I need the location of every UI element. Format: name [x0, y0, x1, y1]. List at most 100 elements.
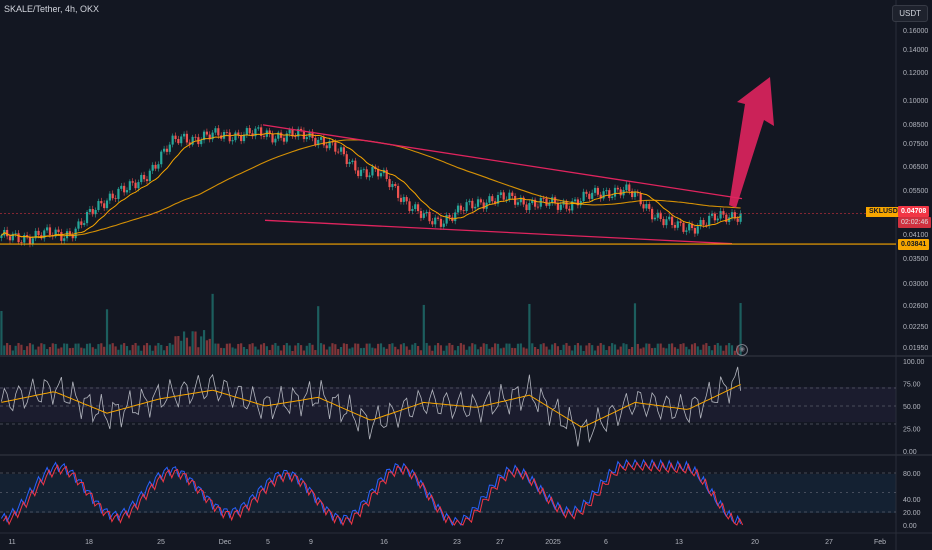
currency-button[interactable]: USDT — [892, 5, 928, 22]
volume-bar — [299, 345, 303, 355]
volume-bar — [730, 345, 734, 355]
volume-bar — [191, 331, 194, 355]
volume-bar — [608, 346, 611, 355]
stoch-tick-label: 40.00 — [903, 497, 921, 504]
volume-bar — [45, 349, 49, 355]
volume-bar — [616, 349, 619, 355]
candle-body — [165, 148, 169, 152]
volume-bar — [88, 343, 91, 355]
candle-body — [568, 208, 571, 211]
volume-bar — [202, 330, 206, 355]
volume-bar — [696, 346, 699, 355]
volume-bar — [519, 343, 522, 355]
candle-body — [131, 181, 134, 183]
volume-bar — [177, 336, 180, 355]
candle-body — [357, 170, 360, 177]
candle-body — [414, 204, 417, 210]
volume-bar — [20, 344, 23, 355]
candle-body — [499, 192, 502, 196]
candle-body — [613, 187, 617, 197]
candle-body — [611, 196, 614, 198]
last-price-tag: 0.04708 — [898, 206, 930, 217]
volume-bar — [539, 344, 542, 355]
volume-bar — [282, 345, 286, 355]
volume-bar — [719, 345, 722, 355]
candle-body — [314, 137, 317, 146]
candle-body — [342, 147, 345, 155]
visibility-icon[interactable]: ◉ — [736, 344, 748, 356]
volume-bar — [465, 349, 468, 355]
support-level-tag: 0.03841 — [898, 239, 930, 250]
candle-body — [80, 221, 83, 225]
volume-bar — [436, 343, 440, 355]
candle-body — [225, 131, 228, 133]
volume-bar — [705, 343, 708, 355]
volume-bar — [157, 343, 160, 355]
volume-bar — [411, 344, 414, 355]
candle-body — [465, 202, 468, 212]
candle-body — [185, 133, 189, 143]
volume-bar — [108, 344, 111, 355]
volume-bar — [531, 343, 534, 355]
volume-bar — [451, 344, 454, 355]
candle-body — [516, 202, 520, 205]
volume-bar — [8, 345, 12, 355]
volume-bar — [123, 343, 126, 355]
volume-bar — [377, 343, 380, 355]
volume-bar — [548, 349, 551, 355]
time-tick-label: 13 — [675, 539, 683, 546]
volume-bar — [562, 344, 565, 355]
volume-bar — [605, 350, 608, 355]
chart-overlays — [0, 76, 896, 245]
volume-bar — [682, 343, 685, 355]
rsi-tick-label: 50.00 — [903, 404, 921, 411]
volume-bar — [388, 344, 391, 355]
symbol-title[interactable]: SKALE/Tether, 4h, OKX — [4, 4, 99, 14]
volume-bar — [479, 346, 482, 355]
volume-bar — [596, 345, 599, 355]
candle-body — [402, 197, 405, 202]
volume-bar — [462, 344, 465, 355]
volume-bar — [690, 344, 694, 355]
candle-body — [434, 217, 437, 225]
candle-body — [399, 197, 403, 202]
volume-bar — [585, 345, 588, 355]
volume-bar — [522, 347, 525, 355]
volume-bar — [665, 348, 668, 355]
volume-bar — [505, 343, 508, 355]
time-tick-label: 20 — [751, 539, 759, 546]
volume-bar — [91, 347, 94, 355]
volume-bar — [348, 348, 351, 355]
volume-bar — [405, 346, 408, 355]
candle-body — [45, 227, 49, 231]
candle-body — [645, 204, 648, 209]
volume-bar — [0, 311, 3, 355]
candle-body — [582, 191, 585, 202]
volume-bar — [103, 346, 106, 355]
volume-bar — [425, 343, 428, 355]
volume-bar — [137, 345, 140, 355]
candle-body — [665, 219, 668, 226]
candle-body — [245, 128, 248, 135]
volume-bar — [291, 350, 294, 355]
candle-body — [83, 223, 86, 225]
volume-bar — [280, 350, 283, 355]
candle-body — [248, 128, 251, 134]
candle-body — [710, 213, 714, 216]
volume-bar — [442, 350, 445, 355]
volume-bar — [257, 349, 260, 355]
candle-body — [365, 169, 368, 178]
candle-body — [339, 147, 343, 152]
volume-bar — [140, 350, 143, 355]
volume-bar — [48, 346, 52, 355]
candle-body — [214, 128, 217, 133]
price-tick-label: 0.07500 — [903, 141, 928, 148]
volume-bar — [499, 348, 502, 355]
volume-bar — [602, 344, 605, 355]
volume-bar — [556, 346, 560, 355]
candle-body — [345, 154, 348, 165]
candle-body — [151, 164, 154, 171]
chart-canvas[interactable]: 0.16000 0.14000 0.12000 0.10000 0.08500 0.075… — [0, 0, 932, 550]
candle-body — [14, 233, 17, 235]
volume-bar — [573, 345, 577, 355]
